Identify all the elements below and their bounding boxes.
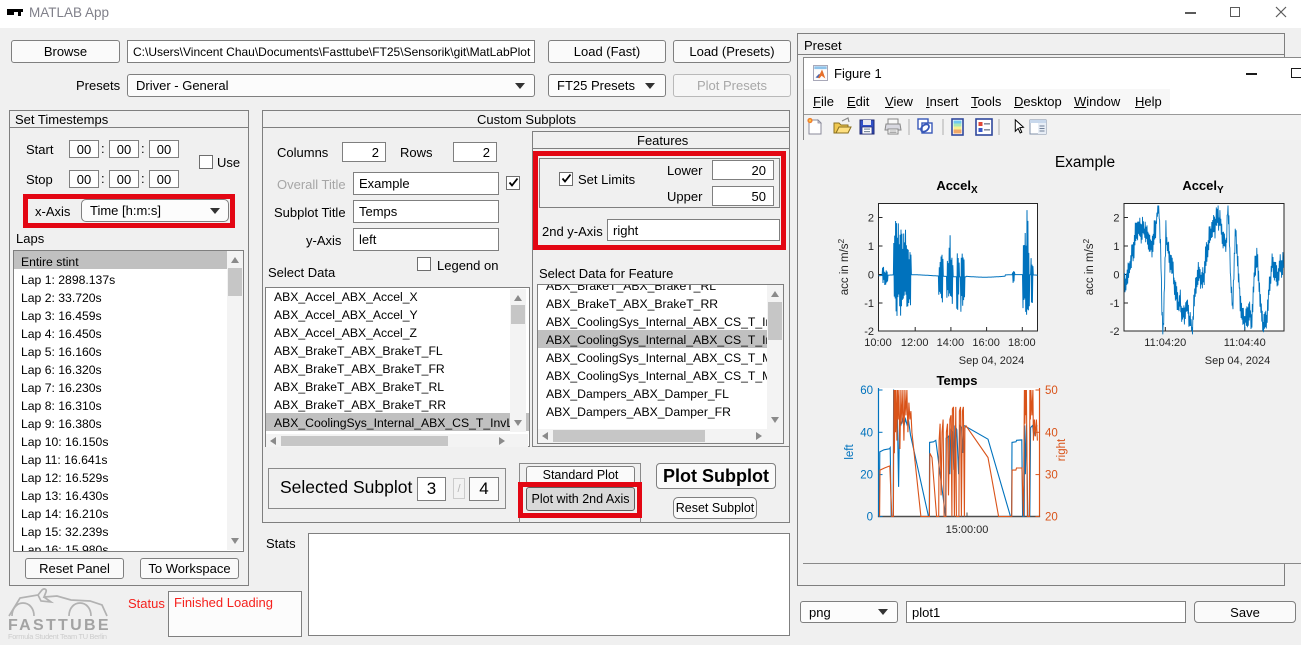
svg-text:Example: Example (1055, 154, 1115, 171)
svg-text:-1: -1 (864, 298, 874, 310)
svg-text:50: 50 (1045, 385, 1058, 397)
svg-text:right: right (1056, 438, 1068, 461)
svg-text:Formula Student Team TU Berlin: Formula Student Team TU Berlin (8, 632, 107, 641)
svg-text:Sep 04, 2024: Sep 04, 2024 (1205, 355, 1270, 367)
svg-text:2: 2 (868, 213, 874, 225)
svg-text:0: 0 (868, 270, 874, 282)
svg-text:-2: -2 (1110, 326, 1120, 338)
svg-text:18:00: 18:00 (1008, 337, 1036, 349)
svg-text:1: 1 (1113, 241, 1119, 253)
svg-text:20: 20 (1045, 512, 1058, 524)
svg-text:10:00: 10:00 (864, 337, 892, 349)
svg-text:11:04:20: 11:04:20 (1144, 337, 1186, 349)
svg-text:30: 30 (1045, 470, 1058, 482)
svg-text:-1: -1 (1110, 298, 1120, 310)
svg-text:60: 60 (860, 385, 873, 397)
svg-text:20: 20 (860, 470, 873, 482)
svg-text:acc in m/s2: acc in m/s2 (1081, 238, 1096, 295)
svg-text:0: 0 (1113, 270, 1119, 282)
svg-text:Sep 04, 2024: Sep 04, 2024 (959, 355, 1024, 367)
svg-text:0: 0 (867, 512, 873, 524)
svg-text:2: 2 (1113, 213, 1119, 225)
svg-text:15:00:00: 15:00:00 (946, 524, 989, 536)
svg-text:left: left (844, 444, 856, 460)
svg-text:40: 40 (1045, 427, 1058, 439)
svg-text:Temps: Temps (937, 373, 978, 388)
svg-text:14:00: 14:00 (937, 337, 965, 349)
svg-text:16:00: 16:00 (972, 337, 1000, 349)
svg-text:acc in m/s2: acc in m/s2 (836, 238, 851, 295)
svg-text:11:04:40: 11:04:40 (1224, 337, 1266, 349)
svg-text:40: 40 (860, 427, 873, 439)
svg-text:12:00: 12:00 (901, 337, 929, 349)
svg-text:1: 1 (868, 241, 874, 253)
